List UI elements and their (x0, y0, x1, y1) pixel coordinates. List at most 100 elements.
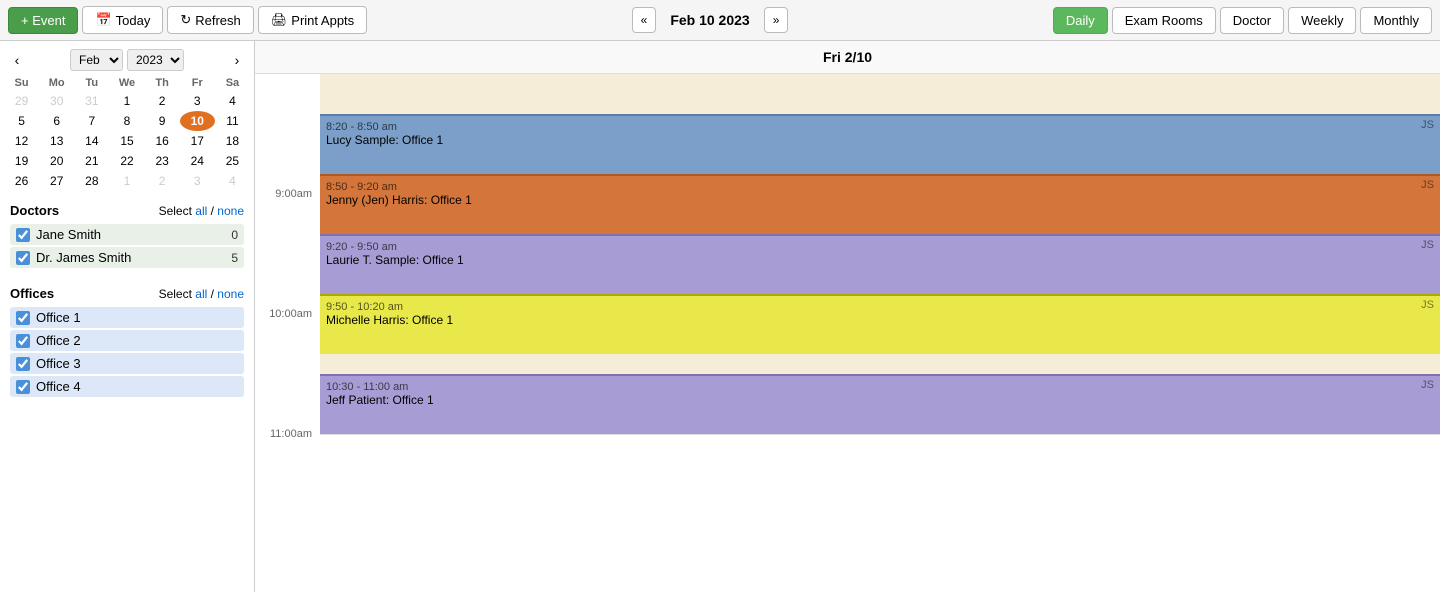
offices-select-links: Select all / none (159, 287, 244, 301)
appointment-time: 10:30 - 11:00 am (326, 381, 408, 393)
cal-day-cell[interactable]: 11 (215, 111, 250, 131)
cal-day-cell[interactable]: 16 (145, 131, 180, 151)
cal-day-cell[interactable]: 30 (39, 91, 74, 111)
cal-day-cell[interactable]: 1 (109, 171, 144, 191)
toolbar-right: Daily Exam Rooms Doctor Weekly Monthly (1053, 7, 1432, 34)
mini-calendar-grid: Su Mo Tu We Th Fr Sa 2930311234567891011… (4, 75, 250, 191)
toolbar-left: + Event 📅 Today ↻ Refresh 🖨 Print Appts (8, 6, 367, 34)
refresh-button[interactable]: ↻ Refresh (167, 6, 253, 34)
cal-day-cell[interactable]: 8 (109, 111, 144, 131)
cal-day-cell[interactable]: 7 (74, 111, 109, 131)
cal-day-cell[interactable]: 1 (109, 91, 144, 111)
office-checkbox-4[interactable] (16, 380, 30, 394)
events-container: 8:20 - 8:50 amJSLucy Sample: Office 18:5… (320, 74, 1440, 434)
cal-day-cell[interactable]: 24 (180, 151, 215, 171)
cal-day-cell[interactable]: 28 (74, 171, 109, 191)
appointment-block[interactable]: 8:50 - 9:20 amJSJenny (Jen) Harris: Offi… (320, 174, 1440, 234)
day-header-sa: Sa (215, 75, 250, 91)
cal-day-cell[interactable]: 17 (180, 131, 215, 151)
appointment-time: 8:20 - 8:50 am (326, 121, 397, 133)
cal-day-cell[interactable]: 2 (145, 171, 180, 191)
office-name-1: Office 1 (36, 310, 238, 325)
office-checkbox-1[interactable] (16, 311, 30, 325)
cal-day-cell[interactable]: 9 (145, 111, 180, 131)
cal-day-cell[interactable]: 2 (145, 91, 180, 111)
cal-day-cell[interactable]: 10 (180, 111, 215, 131)
cal-day-cell[interactable]: 3 (180, 171, 215, 191)
calendar-view: Fri 2/10 9:00am10:00am11:00am 8:20 - 8:5… (255, 41, 1440, 592)
cal-header: ‹ Jan Feb Mar Apr May Jun Jul Aug Sep (4, 45, 250, 75)
doctor-item-jane-smith: Jane Smith 0 (10, 224, 244, 245)
office-checkbox-3[interactable] (16, 357, 30, 371)
today-button[interactable]: 📅 Today (82, 6, 163, 34)
print-button[interactable]: 🖨 Print Appts (258, 6, 367, 34)
offices-select-all-link[interactable]: all (195, 287, 207, 301)
cal-day-cell[interactable]: 19 (4, 151, 39, 171)
day-header: Fri 2/10 (255, 41, 1440, 74)
doctors-select-none-link[interactable]: none (217, 204, 244, 218)
view-doctor-button[interactable]: Doctor (1220, 7, 1284, 34)
month-select[interactable]: Jan Feb Mar Apr May Jun Jul Aug Sep Oct … (70, 49, 123, 71)
cal-day-cell[interactable]: 23 (145, 151, 180, 171)
cal-day-cell[interactable]: 20 (39, 151, 74, 171)
toolbar: + Event 📅 Today ↻ Refresh 🖨 Print Appts … (0, 0, 1440, 41)
appointment-block[interactable]: 9:20 - 9:50 amJSLaurie T. Sample: Office… (320, 234, 1440, 294)
doctor-checkbox-james-smith[interactable] (16, 251, 30, 265)
prev-prev-button[interactable]: « (632, 7, 657, 33)
time-label-item: 10:00am (269, 308, 312, 320)
day-header-we: We (109, 75, 144, 91)
next-month-button[interactable]: › (226, 49, 248, 71)
office-checkbox-2[interactable] (16, 334, 30, 348)
view-daily-button[interactable]: Daily (1053, 7, 1108, 34)
prev-month-button[interactable]: ‹ (6, 49, 28, 71)
office-name-4: Office 4 (36, 379, 238, 394)
offices-title: Offices (10, 286, 54, 301)
appointment-block[interactable]: 10:30 - 11:00 amJSJeff Patient: Office 1 (320, 374, 1440, 434)
calendar-body: 2930311234567891011121314151617181920212… (4, 91, 250, 191)
cal-day-cell[interactable]: 22 (109, 151, 144, 171)
appointment-patient: Jenny (Jen) Harris: Office 1 (326, 193, 1434, 207)
doctors-title: Doctors (10, 203, 59, 218)
view-monthly-button[interactable]: Monthly (1360, 7, 1432, 34)
cal-day-cell[interactable]: 27 (39, 171, 74, 191)
current-date-label: Feb 10 2023 (662, 12, 757, 28)
view-weekly-button[interactable]: Weekly (1288, 7, 1356, 34)
cal-day-cell[interactable]: 25 (215, 151, 250, 171)
office-name-2: Office 2 (36, 333, 238, 348)
cal-day-cell[interactable]: 18 (215, 131, 250, 151)
add-event-button[interactable]: + Event (8, 7, 78, 34)
cal-day-cell[interactable]: 4 (215, 91, 250, 111)
cal-day-cell[interactable]: 21 (74, 151, 109, 171)
offices-select-none-link[interactable]: none (217, 287, 244, 301)
doctor-count-jane-smith: 0 (231, 228, 238, 242)
appointment-initials: JS (1421, 179, 1434, 191)
year-select[interactable]: 2021 2022 2023 2024 2025 (127, 49, 184, 71)
appointment-time: 9:20 - 9:50 am (326, 241, 397, 253)
day-column: 9:00am10:00am11:00am 8:20 - 8:50 amJSLuc… (255, 74, 1440, 434)
next-next-button[interactable]: » (764, 7, 789, 33)
sidebar: ‹ Jan Feb Mar Apr May Jun Jul Aug Sep (0, 41, 255, 592)
doctor-item-james-smith: Dr. James Smith 5 (10, 247, 244, 268)
cal-day-cell[interactable]: 26 (4, 171, 39, 191)
cal-day-cell[interactable]: 29 (4, 91, 39, 111)
appointment-block[interactable]: 9:50 - 10:20 amJSMichelle Harris: Office… (320, 294, 1440, 354)
cal-day-cell[interactable]: 3 (180, 91, 215, 111)
doctors-section: Doctors Select all / none Jane Smith 0 D… (0, 195, 254, 278)
cal-day-cell[interactable]: 15 (109, 131, 144, 151)
doctor-checkbox-jane-smith[interactable] (16, 228, 30, 242)
cal-day-cell[interactable]: 13 (39, 131, 74, 151)
view-exam-rooms-button[interactable]: Exam Rooms (1112, 7, 1216, 34)
cal-day-cell[interactable]: 14 (74, 131, 109, 151)
doctor-name-jane-smith: Jane Smith (36, 227, 225, 242)
cal-day-cell[interactable]: 5 (4, 111, 39, 131)
doctors-select-all-link[interactable]: all (195, 204, 207, 218)
cal-day-cell[interactable]: 12 (4, 131, 39, 151)
mini-calendar: ‹ Jan Feb Mar Apr May Jun Jul Aug Sep (0, 41, 254, 195)
cal-day-cell[interactable]: 31 (74, 91, 109, 111)
cal-day-cell[interactable]: 6 (39, 111, 74, 131)
cal-selects: Jan Feb Mar Apr May Jun Jul Aug Sep Oct … (70, 49, 184, 71)
cal-day-cell[interactable]: 4 (215, 171, 250, 191)
office-name-3: Office 3 (36, 356, 238, 371)
office-item-1: Office 1 (10, 307, 244, 328)
appointment-block[interactable]: 8:20 - 8:50 amJSLucy Sample: Office 1 (320, 114, 1440, 174)
